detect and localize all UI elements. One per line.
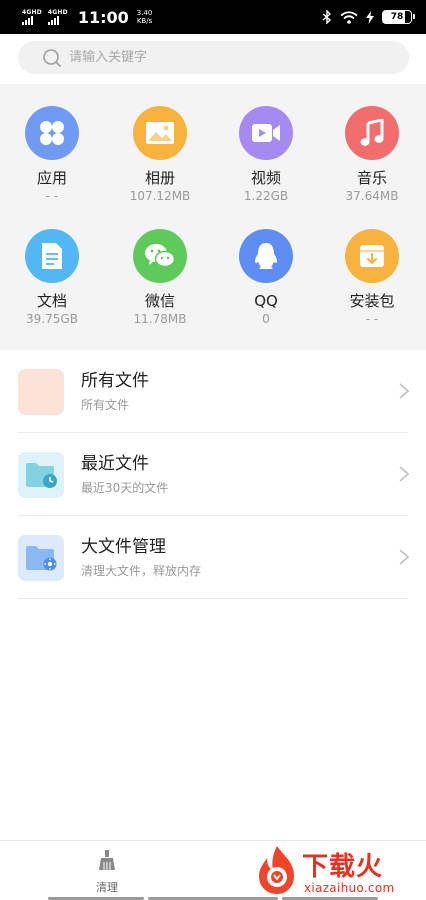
music-note-icon: [345, 106, 399, 160]
status-bar: 4GHD 4GHD 11:00 3.40 KB/s 78: [0, 0, 426, 34]
video-icon: [239, 106, 293, 160]
file-manager-screen: 4GHD 4GHD 11:00 3.40 KB/s 78 请输入关键字 应用 -…: [0, 0, 426, 900]
list-item-subtitle: 清理大文件，释放内存: [81, 564, 202, 578]
category-name: 安装包: [349, 292, 395, 310]
category-name: 应用: [36, 169, 67, 187]
nav-clean-label: 清理: [96, 881, 118, 894]
category-name: QQ: [254, 292, 278, 310]
bluetooth-icon: [322, 10, 332, 24]
battery-icon: 78: [382, 10, 415, 24]
sim2-signal-icon: 4GHD: [47, 9, 68, 25]
status-time: 11:00: [77, 7, 129, 27]
status-right: 78: [322, 10, 415, 24]
recent-files-item[interactable]: 最近文件 最近30天的文件: [0, 433, 426, 516]
category-album[interactable]: 相册 107.12MB: [110, 106, 210, 204]
list-item-subtitle: 所有文件: [81, 398, 130, 412]
category-size: - -: [365, 312, 379, 326]
list-item-title: 最近文件: [81, 454, 149, 474]
category-size: - -: [45, 189, 59, 203]
chevron-right-icon: [399, 466, 410, 482]
watermark-url: xiazaihuo.com: [304, 881, 395, 895]
all-files-item[interactable]: 所有文件 所有文件: [0, 350, 426, 433]
category-size: 1.22GB: [243, 189, 289, 203]
category-size: 0: [262, 312, 270, 326]
package-icon: [345, 229, 399, 283]
category-qq[interactable]: QQ 0: [216, 229, 316, 327]
category-size: 39.75GB: [26, 312, 78, 326]
wechat-icon: [133, 229, 187, 283]
watermark-logo: 下载火 xiazaihuo.com: [252, 842, 422, 898]
flame-logo-icon: [259, 846, 294, 894]
category-name: 视频: [250, 169, 281, 187]
recent-files-icon: [18, 451, 64, 498]
watermark-title: 下载火: [302, 852, 384, 882]
category-size: 11.78MB: [133, 312, 187, 326]
category-wechat[interactable]: 微信 11.78MB: [110, 229, 210, 327]
category-name: 音乐: [356, 169, 387, 187]
sim1-signal-icon: 4GHD: [22, 9, 42, 25]
search-bar[interactable]: [18, 41, 409, 74]
chevron-right-icon: [399, 383, 410, 399]
wifi-icon: [340, 10, 358, 24]
status-left: 4GHD 4GHD 11:00 3.40 KB/s: [22, 8, 152, 27]
search-section: [0, 34, 426, 84]
large-files-item[interactable]: 大文件管理 清理大文件，释放内存: [0, 516, 426, 599]
qq-penguin-icon: [239, 229, 293, 283]
apps-grid-icon: [25, 106, 79, 160]
category-apps[interactable]: 应用 - -: [2, 106, 102, 204]
search-icon: [43, 48, 61, 67]
charging-icon: [366, 10, 374, 24]
category-name: 相册: [144, 169, 175, 187]
category-video[interactable]: 视频 1.22GB: [216, 106, 316, 204]
category-documents[interactable]: 文档 39.75GB: [2, 229, 102, 327]
search-input[interactable]: [69, 50, 369, 65]
nav-clean[interactable]: 清理: [72, 849, 142, 895]
category-grid: 应用 - - 相册 107.12MB 视频 1.22GB 音乐 37.64MB …: [0, 84, 426, 350]
all-files-icon: [18, 368, 64, 415]
category-packages[interactable]: 安装包 - -: [322, 229, 422, 327]
category-name: 文档: [36, 292, 67, 310]
photo-album-icon: [133, 106, 187, 160]
document-icon: [25, 229, 79, 283]
category-music[interactable]: 音乐 37.64MB: [322, 106, 422, 204]
list-item-subtitle: 最近30天的文件: [81, 481, 169, 495]
large-files-icon: [18, 534, 64, 581]
list-item-title: 大文件管理: [81, 537, 166, 557]
network-speed: 3.40 KB/s: [136, 9, 153, 25]
category-name: 微信: [144, 292, 175, 310]
list-item-title: 所有文件: [81, 371, 149, 391]
category-size: 37.64MB: [345, 189, 399, 203]
chevron-right-icon: [399, 549, 410, 565]
category-size: 107.12MB: [129, 189, 191, 203]
battery-level: 78: [390, 12, 404, 22]
file-list: 所有文件 所有文件 最近文件 最近30天的文件 大文件管理 清理大文件，释放内存: [0, 350, 426, 599]
broom-icon: [99, 850, 115, 870]
